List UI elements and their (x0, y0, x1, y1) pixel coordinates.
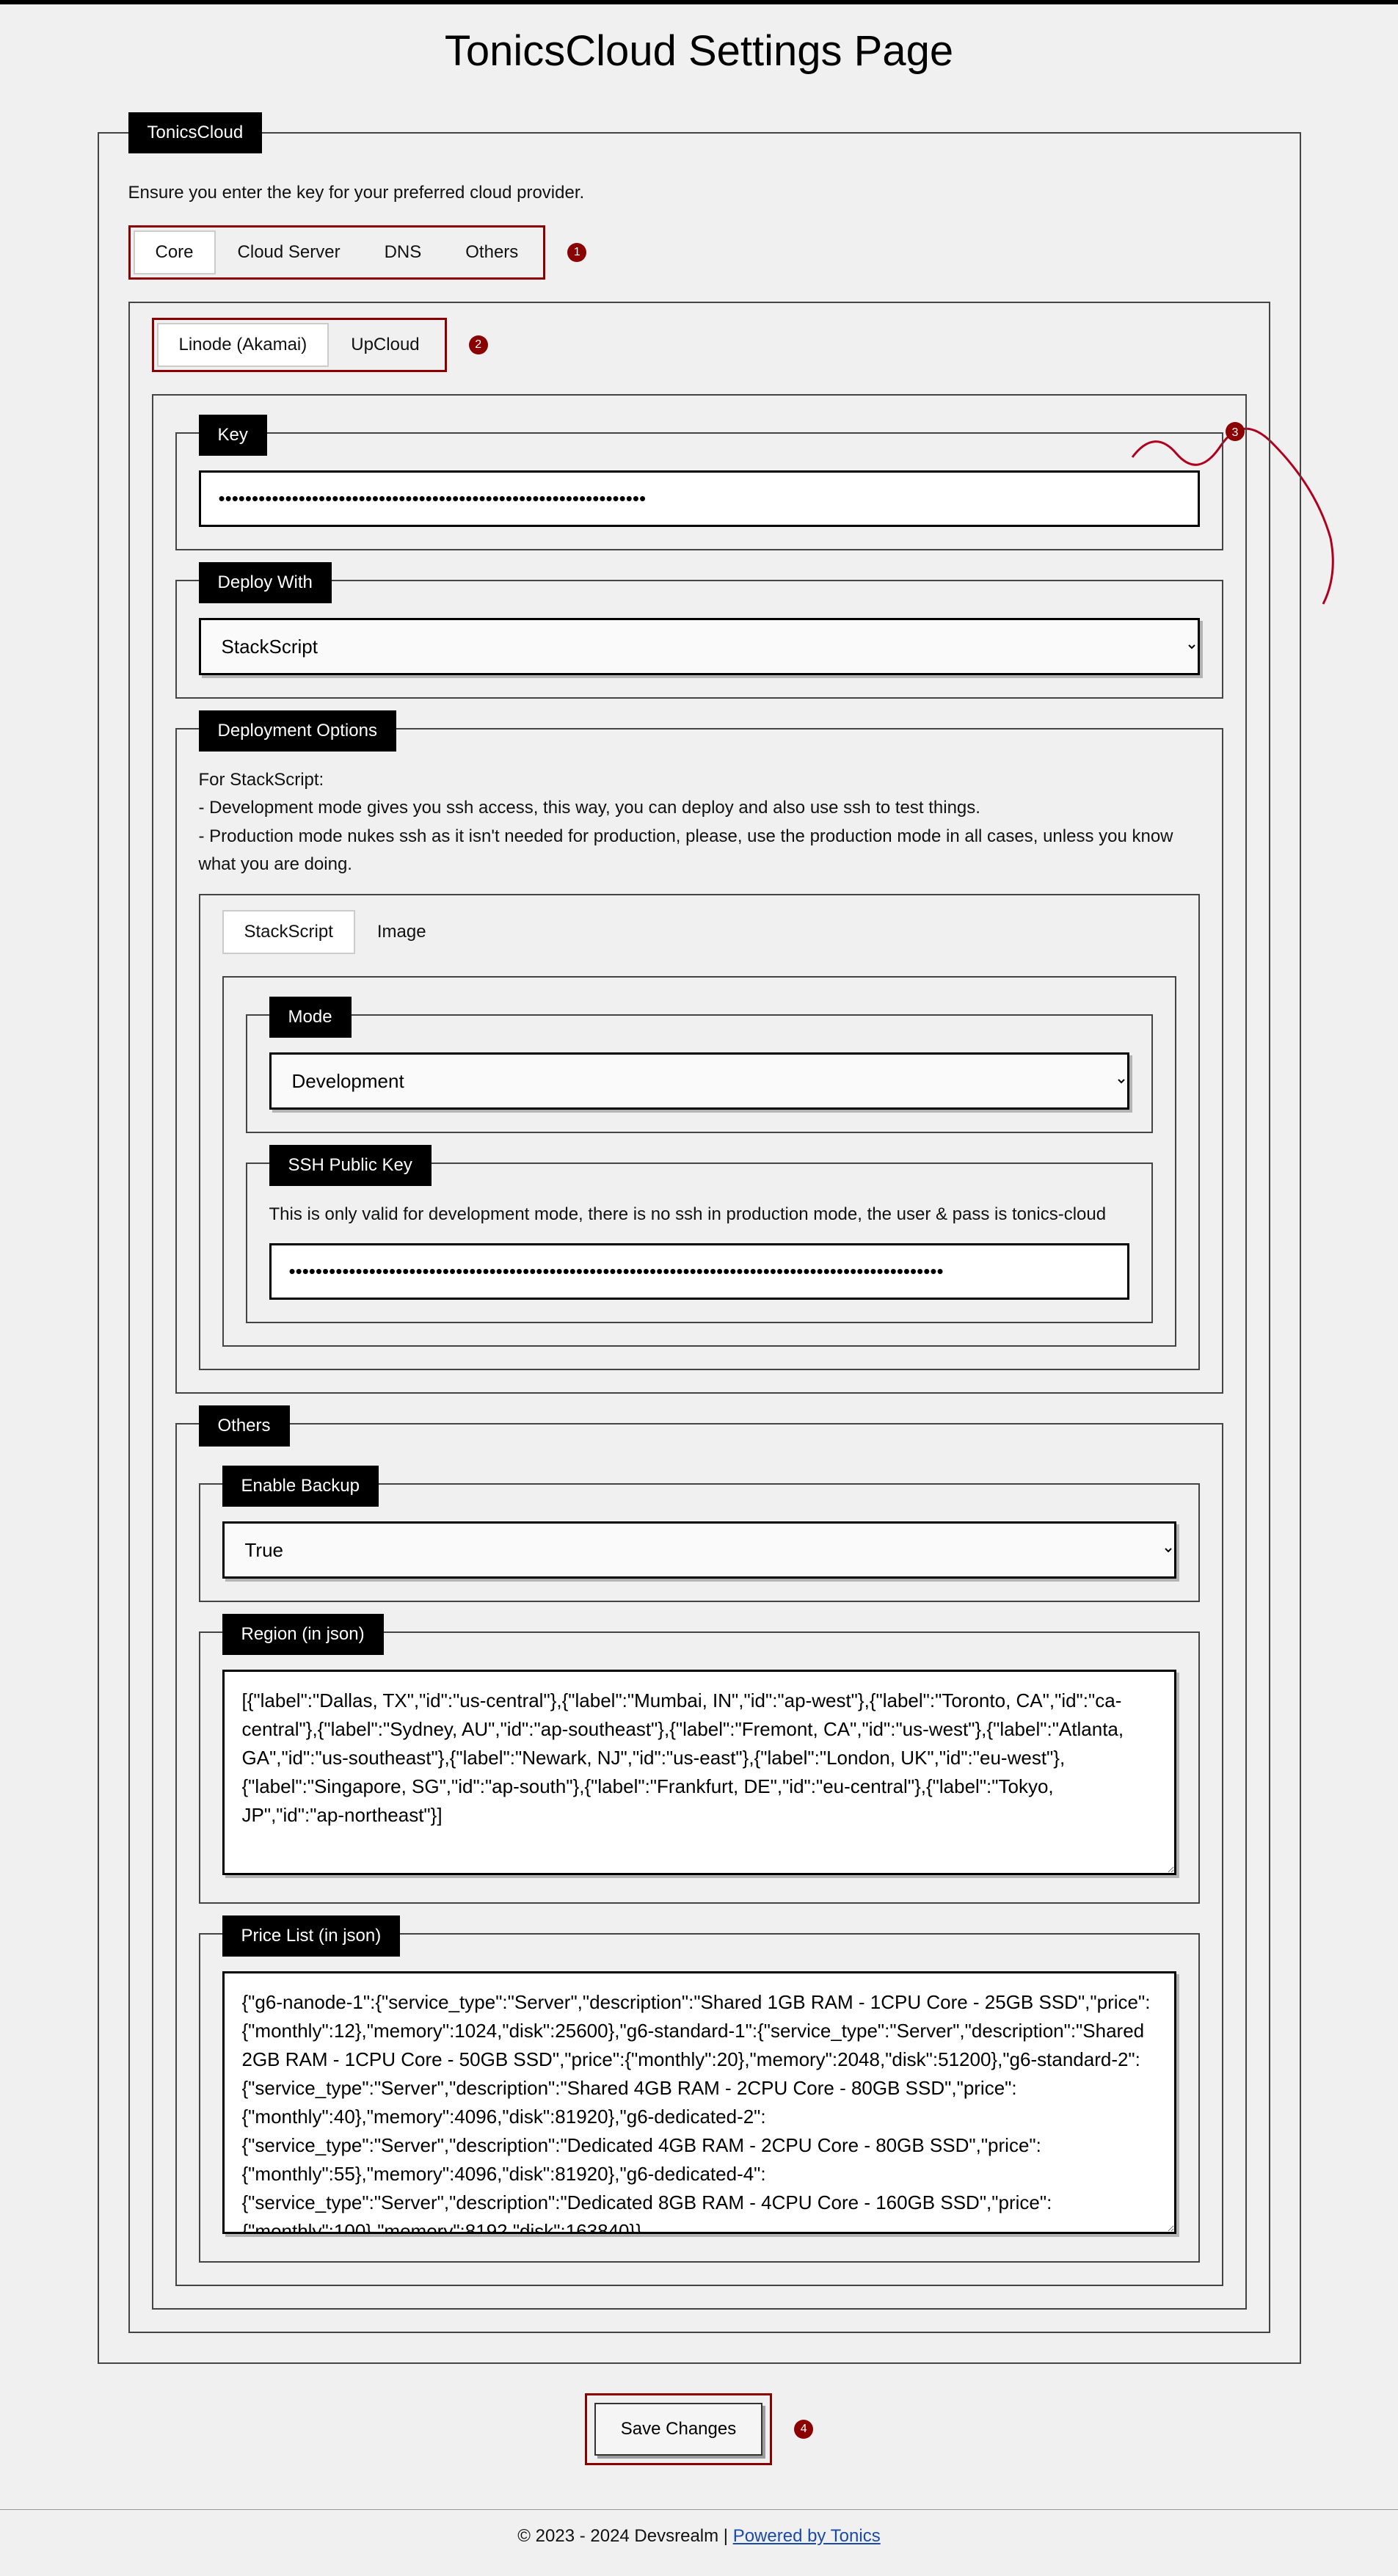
main-tabstrip: Core Cloud Server DNS Others (134, 230, 541, 274)
deploy-with-fieldset: Deploy With StackScript (175, 580, 1223, 699)
mode-fieldset: Mode Development (246, 1014, 1153, 1133)
tab-linode[interactable]: Linode (Akamai) (157, 323, 330, 367)
key-legend: Key (199, 415, 267, 456)
ssh-fieldset: SSH Public Key This is only valid for de… (246, 1163, 1153, 1323)
deploy-with-select[interactable]: StackScript (199, 618, 1200, 675)
tonicscloud-legend: TonicsCloud (128, 112, 263, 153)
footer-link[interactable]: Powered by Tonics (733, 2526, 881, 2546)
top-border (0, 0, 1398, 4)
ssh-note: This is only valid for development mode,… (269, 1201, 1129, 1229)
intro-text: Ensure you enter the key for your prefer… (128, 183, 1270, 203)
tab-image[interactable]: Image (355, 910, 448, 954)
annotation-4: 4 (794, 2420, 813, 2439)
tonicscloud-fieldset: TonicsCloud Ensure you enter the key for… (98, 112, 1301, 2364)
tab-others[interactable]: Others (443, 230, 540, 274)
tab-cloud-server[interactable]: Cloud Server (216, 230, 363, 274)
provider-tabstrip: Linode (Akamai) UpCloud (157, 323, 442, 367)
tab-upcloud[interactable]: UpCloud (329, 323, 441, 367)
deploy-with-legend: Deploy With (199, 562, 332, 603)
mode-legend: Mode (269, 997, 352, 1038)
deployment-nested-panel: StackScript Image Mode Development (199, 894, 1200, 1370)
stackscript-panel: Mode Development SSH Public Key This is … (222, 976, 1176, 1347)
deployment-options-fieldset: Deployment Options For StackScript: - De… (175, 728, 1223, 1394)
backup-fieldset: Enable Backup True (199, 1483, 1200, 1602)
annotation-1: 1 (567, 243, 586, 262)
others-legend: Others (199, 1405, 290, 1447)
tab-dns[interactable]: DNS (363, 230, 444, 274)
main-tabs-annotation-box: Core Cloud Server DNS Others (128, 225, 546, 280)
mode-select[interactable]: Development (269, 1052, 1129, 1110)
footer: © 2023 - 2024 Devsrealm | Powered by Ton… (0, 2510, 1398, 2576)
api-key-input[interactable] (199, 470, 1200, 527)
annotation-2: 2 (469, 335, 488, 354)
region-legend: Region (in json) (222, 1614, 384, 1655)
region-fieldset: Region (in json) [{"label":"Dallas, TX",… (199, 1631, 1200, 1904)
tab-core[interactable]: Core (134, 230, 216, 274)
deployment-tabstrip: StackScript Image (222, 910, 1176, 954)
save-button[interactable]: Save Changes (594, 2403, 762, 2456)
deployment-options-legend: Deployment Options (199, 710, 396, 752)
others-fieldset: Others Enable Backup True Region (in jso… (175, 1423, 1223, 2286)
tab-stackscript[interactable]: StackScript (222, 910, 355, 954)
provider-tabs-annotation-box: Linode (Akamai) UpCloud (152, 318, 447, 372)
cloud-server-panel: Linode (Akamai) UpCloud 2 Key Deploy Wit… (128, 302, 1270, 2333)
backup-select[interactable]: True (222, 1521, 1176, 1579)
footer-copyright: © 2023 - 2024 Devsrealm | (517, 2526, 732, 2546)
ssh-key-input[interactable] (269, 1243, 1129, 1300)
deployment-info: For StackScript: - Development mode give… (199, 766, 1200, 879)
provider-panel: Key Deploy With StackScript Deployment O… (152, 394, 1247, 2310)
ssh-legend: SSH Public Key (269, 1145, 432, 1186)
page-title: TonicsCloud Settings Page (0, 26, 1398, 76)
price-legend: Price List (in json) (222, 1915, 401, 1957)
price-textarea[interactable]: {"g6-nanode-1":{"service_type":"Server",… (222, 1971, 1176, 2234)
backup-legend: Enable Backup (222, 1466, 379, 1507)
save-annotation-box: Save Changes (585, 2393, 772, 2465)
region-textarea[interactable]: [{"label":"Dallas, TX","id":"us-central"… (222, 1670, 1176, 1875)
key-fieldset: Key (175, 432, 1223, 550)
price-fieldset: Price List (in json) {"g6-nanode-1":{"se… (199, 1933, 1200, 2263)
